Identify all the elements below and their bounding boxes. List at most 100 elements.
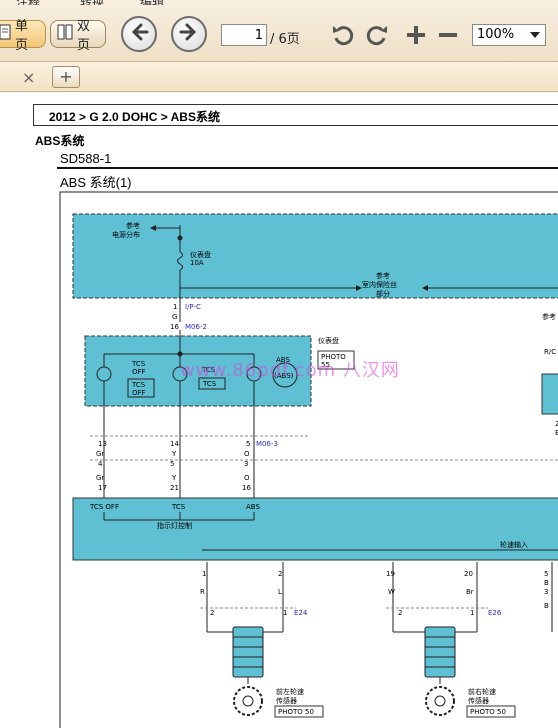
junction-dot (177, 235, 183, 241)
chevron-down-icon (530, 32, 540, 38)
new-tab-button[interactable]: + (52, 66, 80, 88)
tab-strip: × + (0, 62, 558, 92)
menu-item-edit[interactable]: 编辑 (140, 0, 164, 5)
lamp1-name-1: TCS (131, 360, 146, 368)
document-view: 2012 > G 2.0 DOHC > ABS系统 ABS系统 SD588-1 … (0, 92, 558, 728)
rs-photo: PHOTO 50 (470, 708, 506, 716)
m062-pin: 16 (170, 323, 179, 331)
next-page-button[interactable] (171, 16, 207, 52)
color-o-2: O (244, 474, 250, 482)
module-caption: 指示灯控制 (157, 521, 192, 530)
ls-gear-hub (242, 695, 254, 707)
double-page-icon (57, 24, 73, 44)
color-y-2: Y (171, 474, 177, 482)
fr-pin-3: 3 (544, 588, 548, 596)
menu-item-annotate[interactable]: 注释 (16, 0, 40, 5)
connector-m062: M06-2 (185, 323, 207, 331)
connector-e26: E26 (488, 609, 502, 617)
pin-21: 21 (170, 484, 179, 492)
lamp1-name-2: OFF (132, 368, 146, 376)
rotate-ccw-icon[interactable] (330, 22, 356, 48)
fuse-ref-3: 部分 (376, 289, 390, 298)
lamp1-box-1: TCS (131, 381, 146, 389)
lamp-bulb-icon (96, 366, 112, 382)
module-label-tcs-off: TCS OFF (89, 503, 119, 511)
arrow-left-icon (127, 20, 151, 48)
ipc-pin: 1 (173, 303, 177, 311)
fuse-ref-2: 室内保险丝 (362, 280, 397, 289)
pin-5: 5 (246, 440, 250, 448)
abs-module (72, 497, 558, 561)
module-label-abs: ABS (246, 503, 260, 511)
single-page-button[interactable]: 单页 (0, 19, 46, 53)
ls-label-2: 传感器 (276, 696, 297, 705)
page-number-input[interactable] (221, 24, 267, 46)
rs-label-1: 前右轮速 (468, 687, 496, 696)
rc-label: R/C (544, 348, 556, 356)
double-page-label: 双页 (77, 19, 91, 53)
single-page-label: 单页 (15, 19, 29, 53)
zoom-select[interactable]: 100% (472, 24, 546, 46)
color-y-1: Y (171, 450, 177, 458)
rs-pin-bot-1: 1 (470, 609, 474, 617)
fuse-label-1: 仪表盘 (190, 250, 211, 259)
rotate-cw-icon[interactable] (364, 22, 390, 48)
page-total: / 6页 (270, 32, 300, 47)
tab-close-button[interactable]: × (22, 68, 35, 87)
zoom-value: 100% (477, 27, 515, 42)
toolbar: 注释 转换 编辑 单页 双页 / 6页 100% (0, 0, 558, 62)
pin-16-bot: 16 (242, 484, 251, 492)
rs-color-w: W (388, 588, 395, 596)
module-label-tcs: TCS (171, 503, 186, 511)
rs-pin-20: 20 (464, 570, 473, 578)
color-o-1: O (244, 450, 250, 458)
ls-color-r: R (200, 588, 205, 596)
ls-photo: PHOTO 50 (278, 708, 314, 716)
rc-module (541, 373, 558, 415)
connector-ipc: I/P-C (185, 303, 201, 311)
wiring-diagram: 参考 电源分布 仪表盘 10A 参考 室内保险丝 部分 1 I/P-C G 16… (59, 191, 558, 728)
watermark: www.86pdf.com 八汉网 (180, 360, 400, 381)
top-menu: 注释 转换 编辑 (0, 0, 558, 5)
ls-color-l: L (278, 588, 282, 596)
prev-page-button[interactable] (121, 16, 157, 52)
connector-m063: M06-3 (256, 440, 278, 448)
fuse-label-2: 10A (190, 259, 204, 267)
color-gr-2: Gr (96, 474, 104, 482)
zoom-in-icon[interactable] (403, 22, 429, 48)
rs-gear-hub (434, 695, 446, 707)
fr-pin-5: 5 (544, 570, 548, 578)
ls-pin-2: 2 (278, 570, 282, 578)
pin-17: 17 (98, 484, 107, 492)
fuse-panel (72, 213, 558, 299)
wire-color-g: G (172, 313, 177, 321)
single-page-icon (0, 24, 11, 44)
wheel-input-label: 轮速输入 (500, 540, 528, 549)
right-ref: 参考 (542, 312, 556, 321)
ls-pin-bot-2: 2 (210, 609, 214, 617)
ls-coil-icon (232, 626, 264, 678)
arrow-right-icon (177, 20, 201, 48)
pin-13: 13 (98, 440, 107, 448)
color-gr-1: Gr (96, 450, 104, 458)
rs-color-br: Br (466, 588, 474, 596)
pin-3-mid: 3 (244, 460, 248, 468)
rs-coil-icon (424, 626, 456, 678)
rs-pin-bot-2: 2 (398, 609, 402, 617)
ls-label-1: 前左轮速 (276, 687, 304, 696)
menu-item-convert[interactable]: 转换 (80, 0, 104, 5)
pin-14: 14 (170, 440, 179, 448)
rs-label-2: 传感器 (468, 696, 489, 705)
connector-e24: E24 (294, 609, 308, 617)
ls-pin-bot-1: 1 (283, 609, 287, 617)
power-ref-1: 参考 (126, 221, 140, 230)
pin-4: 4 (98, 460, 103, 468)
ls-pin-1: 1 (202, 570, 206, 578)
zoom-out-icon[interactable] (435, 22, 461, 48)
rs-pin-19: 19 (386, 570, 395, 578)
fr-color-b1: B (544, 579, 549, 587)
cluster-label: 仪表盘 (318, 336, 339, 345)
fr-color-b2: B (544, 602, 549, 610)
pin-5-mid: 5 (170, 460, 174, 468)
double-page-button[interactable]: 双页 (50, 19, 106, 53)
